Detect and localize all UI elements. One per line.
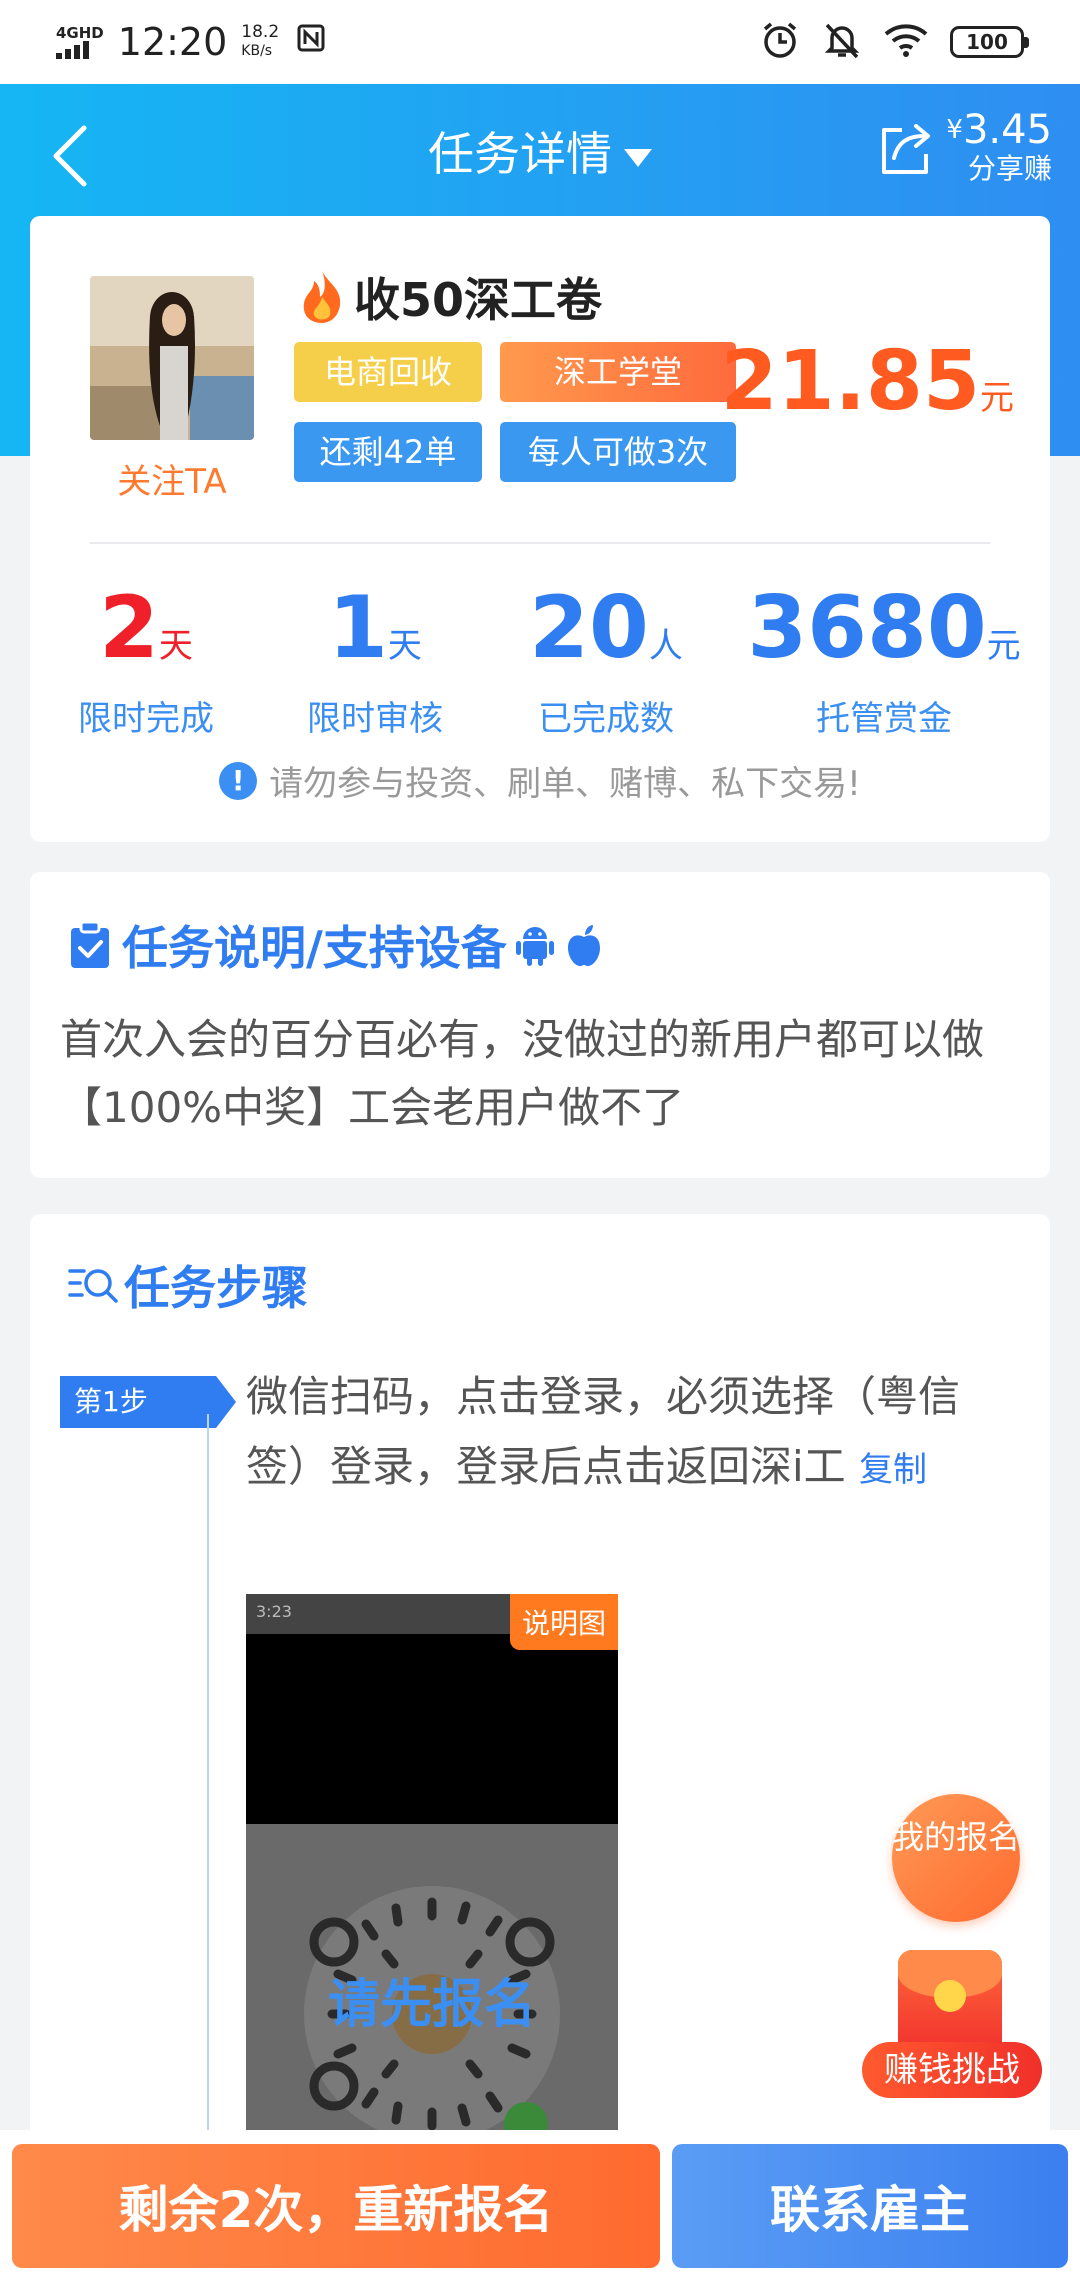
copy-link[interactable]: 复制 [859,1450,927,1490]
timeline-dot [200,1394,216,1410]
task-summary-card: 关注TA 收50深工卷 电商回收 深工学堂 还剩42单 每人可做3次 21.85… [30,216,1050,842]
price-unit: 元 [980,378,1014,418]
task-title-row: 收50深工卷 [298,264,602,330]
android-icon [515,927,554,966]
page-title: 任务详情 [428,127,612,181]
stat-value: 1 [328,578,388,678]
stats-row: 2天 限时完成 1天 限时审核 20人 已完成数 3680元 托管赏金 [30,578,1050,742]
stat-value: 3680 [747,578,987,678]
task-steps-card: 任务步骤 第1步 微信扫码，点击登录，必须选择（粤信签）登录，登录后点击返回深i… [30,1214,1050,2280]
stat-label: 限时完成 [78,699,214,739]
battery-level: 100 [966,30,1008,54]
nfc-icon [297,24,325,60]
step-text: 微信扫码，点击登录，必须选择（粤信签）登录，登录后点击返回深i工 复制 [246,1362,1010,1505]
my-signup-label: 我的报名 [892,1818,1021,1856]
apple-icon [567,925,600,966]
speed-unit: KB/s [241,43,273,59]
reapply-button[interactable]: 剩余2次，重新报名 [12,2144,660,2268]
limit-tag: 每人可做3次 [500,422,736,482]
price-value: 21.85 [720,334,980,429]
fire-icon [303,271,341,323]
network-type: 4GHD [56,24,104,42]
my-signup-button[interactable]: 我的报名 [892,1794,1020,1922]
wifi-icon [884,22,928,62]
status-time: 12:20 [117,20,228,64]
stat-complete-time: 2天 限时完成 [30,578,262,742]
signal-icon: 4GHD [56,25,104,59]
step-badge: 第1步 [60,1376,236,1428]
stat-unit: 天 [158,626,193,666]
divider [90,542,990,544]
follow-button[interactable]: 关注TA [90,454,254,503]
avatar[interactable] [90,276,254,440]
alarm-icon [760,20,800,64]
stat-value: 2 [99,578,159,678]
caret-down-icon [624,148,652,167]
bottom-action-bar: 剩余2次，重新报名 联系雇主 [0,2130,1080,2280]
steps-heading: 任务步骤 [68,1252,308,1318]
stat-unit: 人 [648,626,683,666]
stat-completed-count: 20人 已完成数 [488,578,724,742]
share-amount: 3.45 [962,107,1052,153]
network-speed: 18.2 KB/s [241,23,279,61]
description-heading: 任务说明/支持设备 [68,912,603,978]
description-title: 任务说明/支持设备 [122,921,507,975]
task-title: 收50深工卷 [354,273,603,327]
challenge-label: 赚钱挑战 [862,2042,1042,2098]
step-instruction-image[interactable]: 3:23 说明图 请先报名 [246,1594,618,2154]
publisher-tag: 深工学堂 [500,342,736,402]
stat-label: 托管赏金 [816,699,952,739]
share-icon [882,124,931,174]
category-tag: 电商回收 [294,342,482,402]
stat-value: 20 [529,578,649,678]
description-text: 首次入会的百分百必有，没做过的新用户都可以做【100%中奖】工会老用户做不了 [60,1015,985,1132]
clipboard-check-icon [71,920,109,968]
status-bar: 4GHD 12:20 18.2 KB/s 100 [0,0,1080,84]
share-currency: ¥ [946,115,963,145]
warning-text: 请勿参与投资、刷单、赌博、私下交易! [269,764,861,804]
remaining-tag: 还剩42单 [294,422,482,482]
stat-label: 已完成数 [538,699,674,739]
stat-unit: 天 [387,626,422,666]
share-button[interactable]: ¥3.45 分享赚 [876,108,1052,186]
mute-bell-icon [822,20,862,64]
image-dark-area [246,1634,618,1824]
task-description-card: 任务说明/支持设备 首次入会的百分百必有，没做过的新用户都可以做【100%中奖】… [30,872,1050,1178]
stat-unit: 元 [986,626,1021,666]
image-tag: 说明图 [509,1594,618,1650]
share-label: 分享赚 [967,152,1052,185]
warning-notice: ! 请勿参与投资、刷单、赌博、私下交易! [30,756,1050,805]
image-overlay-text: 请先报名 [327,1975,536,2035]
image-time: 3:23 [256,1602,292,1621]
list-search-icon [68,1269,118,1303]
earn-challenge-button[interactable]: 赚钱挑战 [862,1950,1042,2110]
contact-employer-button[interactable]: 联系雇主 [672,2144,1068,2268]
speed-value: 18.2 [241,22,280,42]
steps-title: 任务步骤 [124,1261,308,1315]
stat-review-time: 1天 限时审核 [262,578,488,742]
step-instruction: 微信扫码，点击登录，必须选择（粤信签）登录，登录后点击返回深i工 [246,1372,961,1491]
exclamation-icon: ! [219,761,258,800]
battery-indicator: 100 [950,26,1029,58]
reward-price: 21.85元 [721,334,1014,429]
stat-escrow-bounty: 3680元 托管赏金 [724,578,1044,742]
stat-label: 限时审核 [307,699,443,739]
